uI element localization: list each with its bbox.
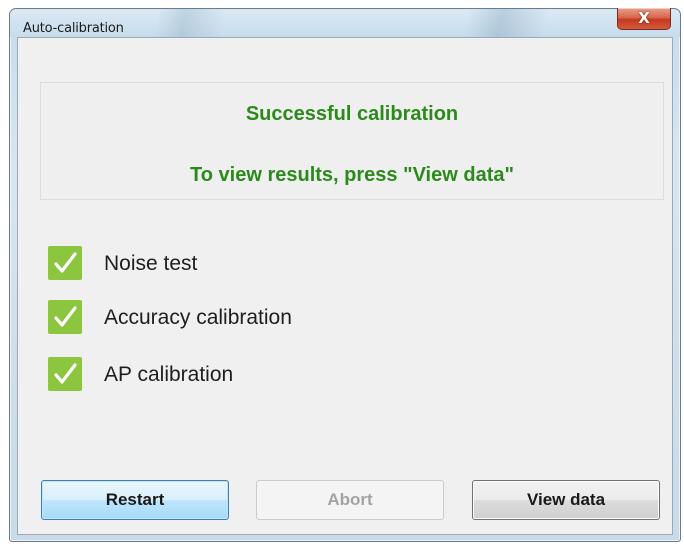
- dialog-body: Successful calibration To view results, …: [17, 37, 673, 535]
- check-item-accuracy-calibration: Accuracy calibration: [48, 300, 448, 334]
- checkmark-icon: [48, 357, 82, 391]
- check-item-ap-calibration: AP calibration: [48, 357, 448, 391]
- status-instruction: To view results, press "View data": [190, 164, 514, 186]
- close-icon: X: [638, 9, 650, 27]
- check-item-noise-test: Noise test: [48, 246, 448, 280]
- window-title: Auto-calibration: [23, 21, 124, 36]
- view-data-button[interactable]: View data: [472, 480, 660, 520]
- checkmark-icon: [48, 300, 82, 334]
- title-bar[interactable]: Auto-calibration X: [10, 8, 680, 37]
- restart-button[interactable]: Restart: [41, 480, 229, 520]
- check-label: AP calibration: [104, 363, 234, 386]
- close-button[interactable]: X: [617, 8, 671, 30]
- status-panel: Successful calibration To view results, …: [40, 82, 664, 200]
- status-message: Successful calibration: [245, 103, 459, 125]
- checkmark-icon: [48, 246, 82, 280]
- auto-calibration-window: Auto-calibration X Successful calibratio…: [9, 8, 681, 542]
- abort-button[interactable]: Abort: [256, 480, 444, 520]
- check-label: Accuracy calibration: [104, 306, 292, 329]
- check-label: Noise test: [104, 252, 198, 275]
